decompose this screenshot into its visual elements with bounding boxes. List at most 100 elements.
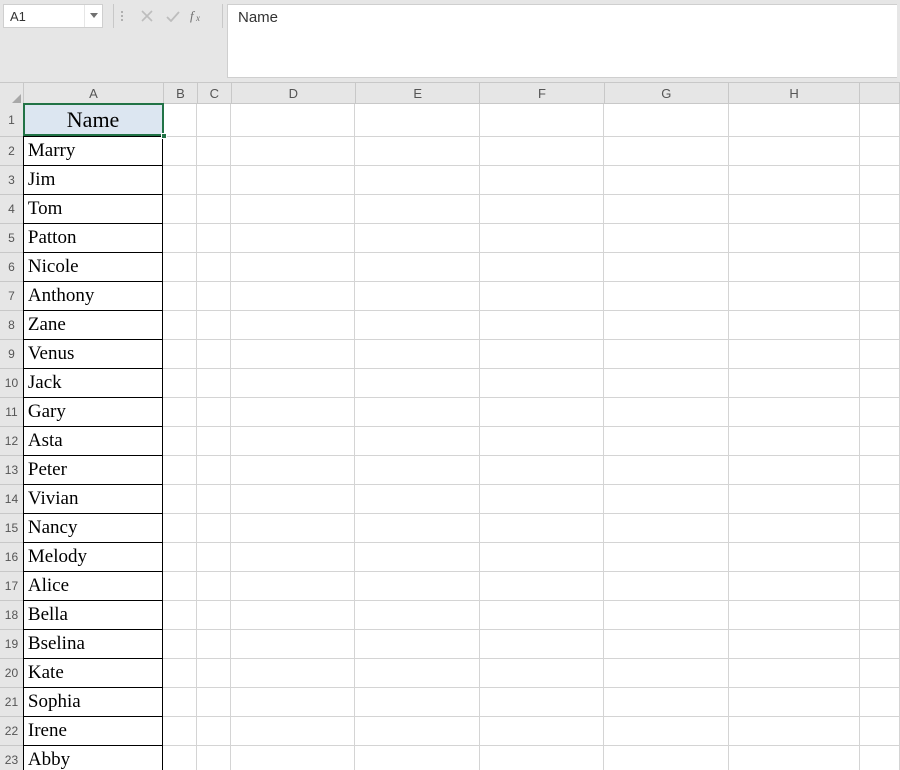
cell-E21[interactable] xyxy=(355,688,479,717)
cell-D20[interactable] xyxy=(231,659,355,688)
cell-C13[interactable] xyxy=(197,456,231,485)
cell-B18[interactable] xyxy=(163,601,197,630)
cell-X4[interactable] xyxy=(860,195,900,224)
cell-B5[interactable] xyxy=(163,224,197,253)
cell-A3[interactable]: Jim xyxy=(23,165,163,195)
cell-X1[interactable] xyxy=(860,104,900,137)
cell-F3[interactable] xyxy=(480,166,604,195)
cell-D19[interactable] xyxy=(231,630,355,659)
cell-D14[interactable] xyxy=(231,485,355,514)
cell-C23[interactable] xyxy=(197,746,231,770)
cell-C11[interactable] xyxy=(197,398,231,427)
row-header-21[interactable]: 21 xyxy=(0,688,24,717)
cell-G15[interactable] xyxy=(604,514,728,543)
cell-X18[interactable] xyxy=(860,601,900,630)
cell-E12[interactable] xyxy=(355,427,479,456)
cell-E22[interactable] xyxy=(355,717,479,746)
cell-B23[interactable] xyxy=(163,746,197,770)
cell-D23[interactable] xyxy=(231,746,355,770)
cell-H1[interactable] xyxy=(729,104,860,137)
cell-E7[interactable] xyxy=(355,282,479,311)
cell-F19[interactable] xyxy=(480,630,604,659)
cell-E5[interactable] xyxy=(355,224,479,253)
column-header-D[interactable]: D xyxy=(232,83,356,103)
cell-A15[interactable]: Nancy xyxy=(23,513,163,543)
cell-A23[interactable]: Abby xyxy=(23,745,163,770)
cell-E2[interactable] xyxy=(355,137,479,166)
cell-E17[interactable] xyxy=(355,572,479,601)
cell-D12[interactable] xyxy=(231,427,355,456)
cell-H3[interactable] xyxy=(729,166,860,195)
cell-B6[interactable] xyxy=(163,253,197,282)
cell-D11[interactable] xyxy=(231,398,355,427)
name-box-dropdown[interactable] xyxy=(84,5,102,27)
cell-G6[interactable] xyxy=(604,253,728,282)
cell-D4[interactable] xyxy=(231,195,355,224)
cell-X19[interactable] xyxy=(860,630,900,659)
cell-G23[interactable] xyxy=(604,746,728,770)
cell-D17[interactable] xyxy=(231,572,355,601)
cell-C22[interactable] xyxy=(197,717,231,746)
cell-F9[interactable] xyxy=(480,340,604,369)
cell-A10[interactable]: Jack xyxy=(23,368,163,398)
cell-G21[interactable] xyxy=(604,688,728,717)
cell-X20[interactable] xyxy=(860,659,900,688)
cell-E19[interactable] xyxy=(355,630,479,659)
cell-X23[interactable] xyxy=(860,746,900,770)
cell-B7[interactable] xyxy=(163,282,197,311)
cell-X13[interactable] xyxy=(860,456,900,485)
cell-B17[interactable] xyxy=(163,572,197,601)
cell-E18[interactable] xyxy=(355,601,479,630)
fill-handle[interactable] xyxy=(161,133,167,139)
column-header-F[interactable]: F xyxy=(480,83,604,103)
cell-X17[interactable] xyxy=(860,572,900,601)
cell-D9[interactable] xyxy=(231,340,355,369)
cell-C1[interactable] xyxy=(197,104,231,137)
cell-G19[interactable] xyxy=(604,630,728,659)
cell-G17[interactable] xyxy=(604,572,728,601)
cell-X14[interactable] xyxy=(860,485,900,514)
cell-F6[interactable] xyxy=(480,253,604,282)
cell-F21[interactable] xyxy=(480,688,604,717)
cell-D16[interactable] xyxy=(231,543,355,572)
row-header-16[interactable]: 16 xyxy=(0,543,24,572)
cell-B3[interactable] xyxy=(163,166,197,195)
cell-G12[interactable] xyxy=(604,427,728,456)
cell-B2[interactable] xyxy=(163,137,197,166)
cell-D3[interactable] xyxy=(231,166,355,195)
name-box[interactable]: A1 xyxy=(3,4,103,28)
cell-B9[interactable] xyxy=(163,340,197,369)
cell-B1[interactable] xyxy=(163,104,197,137)
cell-D8[interactable] xyxy=(231,311,355,340)
cell-B22[interactable] xyxy=(163,717,197,746)
row-header-3[interactable]: 3 xyxy=(0,166,24,195)
cell-A20[interactable]: Kate xyxy=(23,658,163,688)
column-header-C[interactable]: C xyxy=(198,83,232,103)
cell-G1[interactable] xyxy=(604,104,728,137)
cell-X5[interactable] xyxy=(860,224,900,253)
cell-A14[interactable]: Vivian xyxy=(23,484,163,514)
cell-F16[interactable] xyxy=(480,543,604,572)
cell-C7[interactable] xyxy=(197,282,231,311)
cell-A16[interactable]: Melody xyxy=(23,542,163,572)
fx-icon[interactable]: f x xyxy=(190,9,210,23)
row-header-5[interactable]: 5 xyxy=(0,224,24,253)
cell-E10[interactable] xyxy=(355,369,479,398)
cell-C5[interactable] xyxy=(197,224,231,253)
cell-E6[interactable] xyxy=(355,253,479,282)
cell-H19[interactable] xyxy=(729,630,860,659)
cell-D5[interactable] xyxy=(231,224,355,253)
cell-F18[interactable] xyxy=(480,601,604,630)
cell-C2[interactable] xyxy=(197,137,231,166)
cell-F20[interactable] xyxy=(480,659,604,688)
cell-X9[interactable] xyxy=(860,340,900,369)
cell-H15[interactable] xyxy=(729,514,860,543)
cell-D18[interactable] xyxy=(231,601,355,630)
cell-H23[interactable] xyxy=(729,746,860,770)
cell-F14[interactable] xyxy=(480,485,604,514)
cell-D15[interactable] xyxy=(231,514,355,543)
row-header-22[interactable]: 22 xyxy=(0,717,24,746)
cell-E9[interactable] xyxy=(355,340,479,369)
column-header-B[interactable]: B xyxy=(164,83,198,103)
cell-C21[interactable] xyxy=(197,688,231,717)
